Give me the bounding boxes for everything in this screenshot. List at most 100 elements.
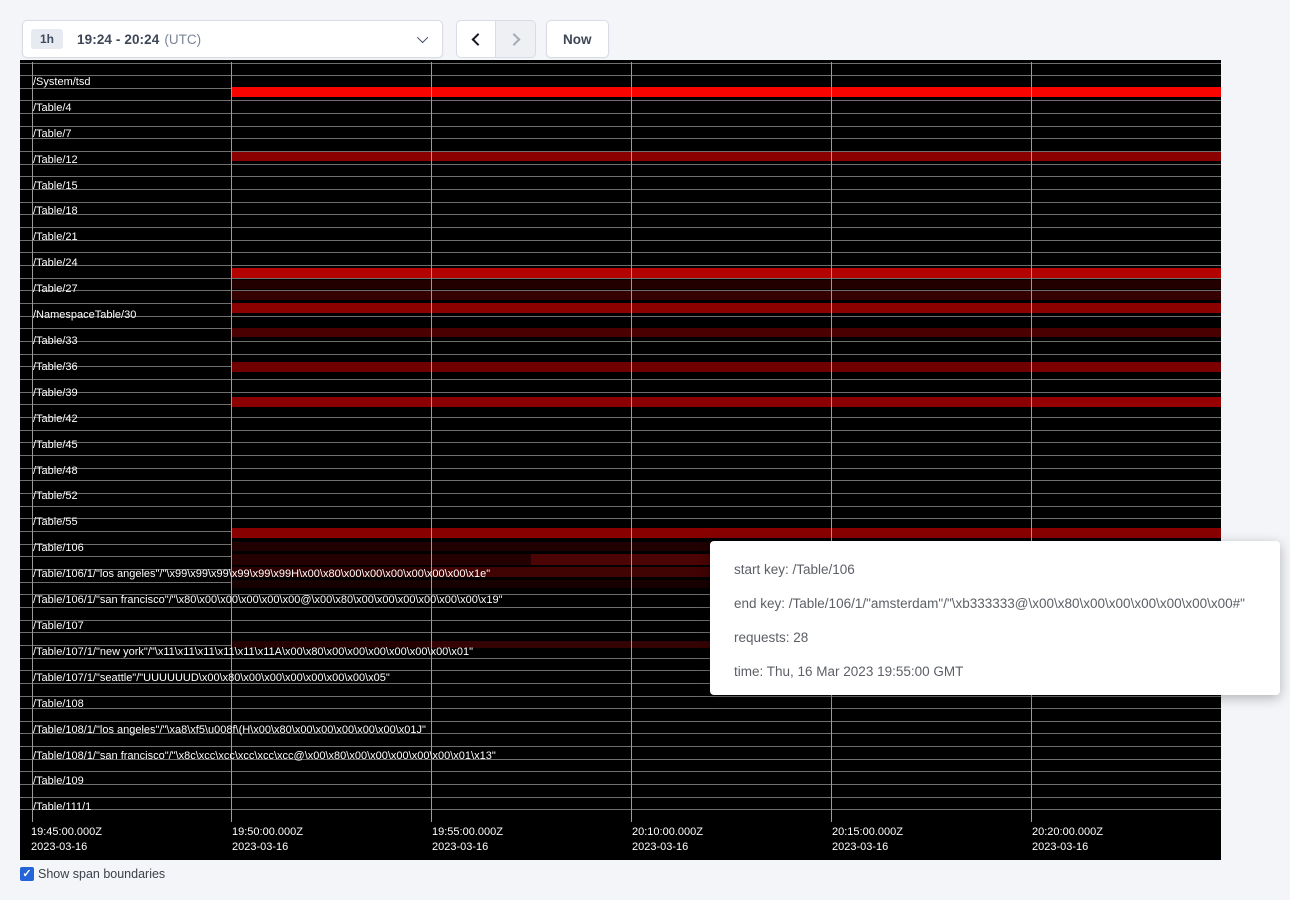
timezone-label: (UTC) [164, 32, 201, 47]
tooltip-time: time: Thu, 16 Mar 2023 19:55:00 GMT [734, 655, 1270, 689]
checkbox-label: Show span boundaries [38, 867, 165, 881]
gridline-horizontal [20, 455, 1221, 456]
row-label: /Table/36 [33, 361, 78, 374]
time-nav-group [456, 20, 536, 58]
gridline-horizontal [20, 176, 1221, 177]
gridline-horizontal [20, 480, 1221, 481]
gridline-horizontal [20, 278, 1221, 279]
gridline-vertical [231, 62, 232, 822]
gridline-horizontal [20, 63, 1221, 64]
gridline-horizontal [20, 809, 1221, 810]
heat-band [231, 268, 1221, 278]
heatmap-canvas[interactable]: /System/tsd/Table/4/Table/7/Table/12/Tab… [20, 60, 1221, 860]
axis-label: 20:20:00.000Z2023-03-16 [1032, 825, 1103, 855]
row-label: /Table/55 [33, 516, 78, 529]
gridline-horizontal [20, 493, 1221, 494]
axis-time: 19:45:00.000Z [31, 825, 102, 840]
gridline-horizontal [20, 316, 1221, 317]
time-range-selector[interactable]: 1h 19:24 - 20:24 (UTC) [22, 20, 443, 58]
axis-date: 2023-03-16 [31, 840, 102, 855]
axis-label: 19:45:00.000Z2023-03-16 [31, 825, 102, 855]
chevron-down-icon [417, 32, 428, 43]
gridline-vertical [431, 62, 432, 822]
show-span-boundaries-checkbox[interactable]: ✓ [20, 867, 34, 881]
row-label: /Table/107/1/"new york"/"\x11\x11\x11\x1… [33, 646, 473, 659]
row-label: /Table/27 [33, 283, 78, 296]
tooltip-requests: requests: 28 [734, 621, 1270, 655]
heat-band [231, 328, 1221, 337]
gridline-horizontal [20, 746, 1221, 747]
axis-time: 20:10:00.000Z [632, 825, 703, 840]
row-label: /Table/107 [33, 620, 84, 633]
axis-date: 2023-03-16 [832, 840, 903, 855]
row-label: /Table/108/1/"los angeles"/"\xa8\xf5\u00… [33, 724, 426, 737]
gridline-horizontal [20, 518, 1221, 519]
heat-band [231, 303, 1221, 313]
row-label: /Table/111/1 [33, 801, 91, 814]
axis-label: 19:50:00.000Z2023-03-16 [232, 825, 303, 855]
gridline-horizontal [20, 771, 1221, 772]
row-label: /Table/108 [33, 698, 84, 711]
heat-band [231, 87, 1221, 97]
chevron-left-icon [471, 33, 484, 46]
gridline-horizontal [20, 696, 1221, 697]
row-label: /Table/39 [33, 387, 78, 400]
check-icon: ✓ [22, 869, 31, 880]
row-label: /Table/106 [33, 542, 84, 555]
row-label: /Table/52 [33, 490, 78, 503]
chevron-right-icon [508, 33, 521, 46]
heat-band [231, 291, 1221, 300]
row-label: /Table/45 [33, 439, 78, 452]
row-label: /Table/107/1/"seattle"/"UUUUUUD\x00\x80\… [33, 672, 390, 685]
gridline-horizontal [20, 265, 1221, 266]
row-label: /Table/24 [33, 257, 78, 270]
heat-band [231, 280, 1221, 289]
gridline-horizontal [20, 797, 1221, 798]
tooltip-end-key: end key: /Table/106/1/"amsterdam"/"\xb33… [734, 587, 1270, 621]
range-preset-badge: 1h [31, 29, 63, 49]
gridline-horizontal [20, 784, 1221, 785]
gridline-horizontal [20, 708, 1221, 709]
row-label: /System/tsd [33, 76, 90, 89]
gridline-horizontal [20, 202, 1221, 203]
row-label: /NamespaceTable/30 [33, 309, 136, 322]
gridline-horizontal [20, 721, 1221, 722]
gridline-horizontal [20, 252, 1221, 253]
range-label: 19:24 - 20:24 [77, 32, 159, 47]
gridline-horizontal [20, 227, 1221, 228]
gridline-horizontal [20, 138, 1221, 139]
axis-label: 20:10:00.000Z2023-03-16 [632, 825, 703, 855]
row-label: /Table/108/1/"san francisco"/"\x8c\xcc\x… [33, 750, 496, 763]
row-label: /Table/4 [33, 102, 72, 115]
gridline-horizontal [20, 214, 1221, 215]
now-button[interactable]: Now [546, 20, 609, 58]
row-label: /Table/106/1/"san francisco"/"\x80\x00\x… [33, 594, 503, 607]
gridline-horizontal [20, 189, 1221, 190]
row-label: /Table/106/1/"los angeles"/"\x99\x99\x99… [33, 568, 490, 581]
gridline-horizontal [20, 506, 1221, 507]
gridline-horizontal [20, 468, 1221, 469]
axis-label: 20:15:00.000Z2023-03-16 [832, 825, 903, 855]
gridline-horizontal [20, 75, 1221, 76]
gridline-horizontal [20, 417, 1221, 418]
axis-date: 2023-03-16 [1032, 840, 1103, 855]
prev-range-button[interactable] [456, 20, 496, 58]
axis-label: 19:55:00.000Z2023-03-16 [432, 825, 503, 855]
gridline-vertical [1031, 62, 1032, 822]
axis-date: 2023-03-16 [432, 840, 503, 855]
heat-band [1031, 397, 1221, 407]
gridline-horizontal [20, 113, 1221, 114]
gridline-horizontal [20, 392, 1221, 393]
row-label: /Table/12 [33, 154, 78, 167]
axis-date: 2023-03-16 [232, 840, 303, 855]
gridline-horizontal [20, 126, 1221, 127]
axis-date: 2023-03-16 [632, 840, 703, 855]
axis-time: 19:50:00.000Z [232, 825, 303, 840]
gridline-horizontal [20, 442, 1221, 443]
gridline-horizontal [20, 354, 1221, 355]
next-range-button[interactable] [496, 20, 536, 58]
gridline-vertical [831, 62, 832, 822]
row-label: /Table/109 [33, 775, 84, 788]
heat-band [231, 152, 1221, 161]
heat-band [231, 554, 531, 565]
